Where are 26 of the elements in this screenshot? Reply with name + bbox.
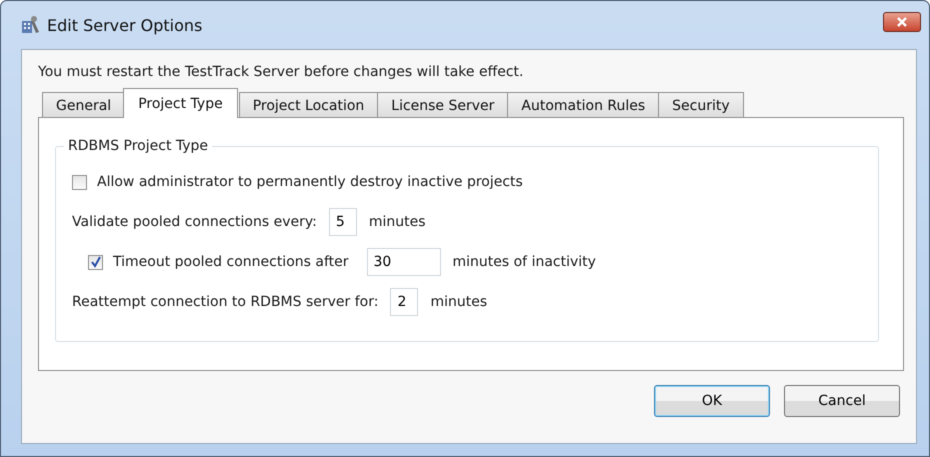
ok-button[interactable]: OK (654, 385, 770, 417)
checkbox-label: Allow administrator to permanently destroy inactive projects (97, 174, 523, 190)
field-label: Reattempt connection to RDBMS server for: (72, 294, 378, 310)
checkbox-label: Timeout pooled connections after (113, 254, 348, 270)
input-field[interactable]: 30 (366, 248, 440, 276)
tab[interactable]: Automation Rules (507, 92, 660, 118)
checkbox[interactable] (88, 254, 103, 270)
input-field[interactable]: 5 (328, 208, 357, 236)
cancel-button[interactable]: Cancel (784, 385, 900, 417)
unit-label: minutes (430, 294, 488, 310)
field-label: Validate pooled connections every: (72, 214, 317, 230)
app-icon (21, 15, 41, 35)
close-button[interactable] (883, 12, 921, 32)
window-title: Edit Server Options (47, 16, 202, 34)
group-title: RDBMS Project Type (67, 138, 210, 154)
close-icon (896, 17, 908, 27)
tab[interactable]: License Server (377, 92, 508, 118)
tab[interactable]: General (42, 92, 126, 118)
tab[interactable]: Project Location (238, 92, 378, 118)
input-field[interactable]: 2 (390, 288, 418, 316)
unit-label: minutes (368, 214, 426, 230)
checkbox[interactable] (72, 174, 87, 190)
tab[interactable]: Security (658, 92, 744, 118)
notice-text: You must restart the TestTrack Server before changes will take effect. (38, 64, 524, 80)
tab[interactable]: Project Type (123, 88, 238, 118)
unit-label: minutes of inactivity (452, 254, 596, 270)
